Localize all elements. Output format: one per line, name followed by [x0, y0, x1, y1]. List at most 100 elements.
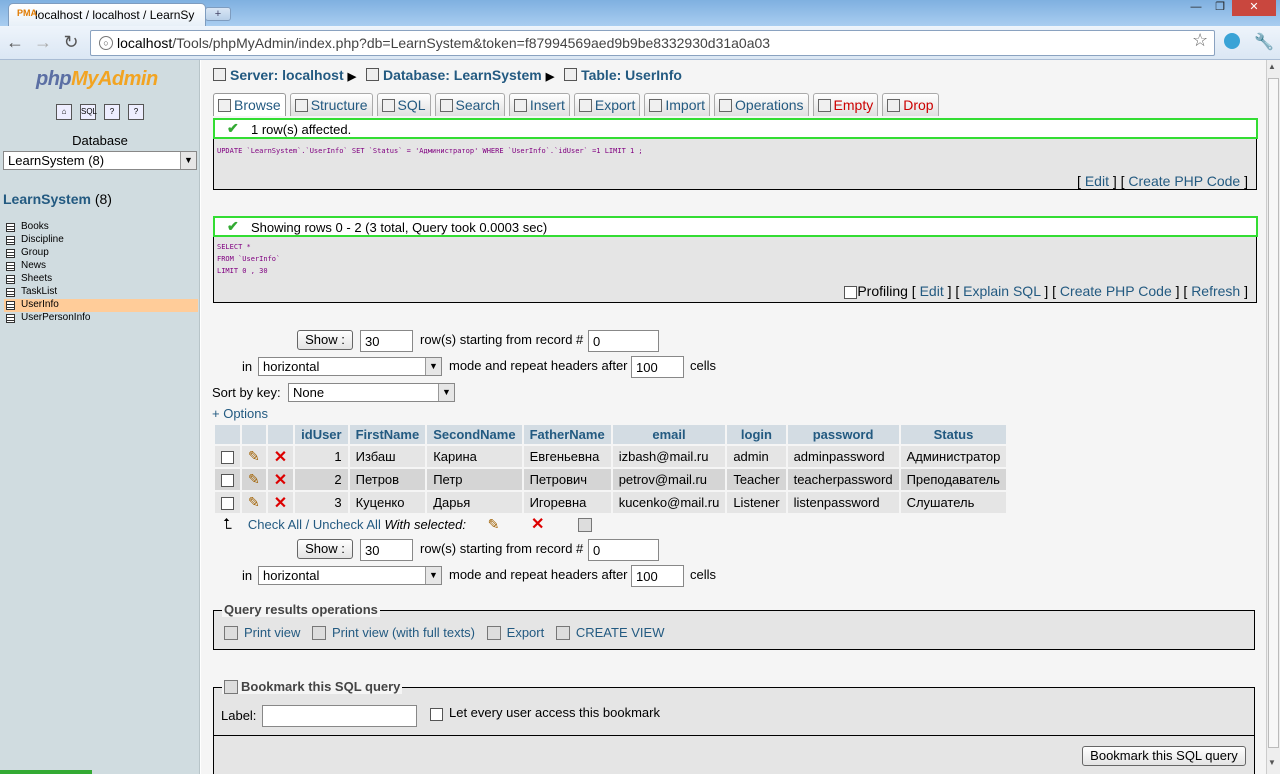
table-list-item[interactable]: TaskList [4, 286, 198, 299]
scroll-up-icon[interactable]: ▲ [1268, 62, 1276, 71]
table-list-item[interactable]: Discipline [4, 234, 198, 247]
extension-icon[interactable] [1224, 33, 1240, 49]
tab-import[interactable]: Import [644, 93, 711, 116]
uncheck-all-link[interactable]: Uncheck All [313, 517, 381, 532]
table-list-item[interactable]: News [4, 260, 198, 273]
address-bar[interactable]: ○ localhost/Tools/phpMyAdmin/index.php?d… [90, 30, 1215, 56]
bookmark-star-icon[interactable]: ☆ [1192, 30, 1208, 51]
rows-count-input[interactable]: 30 [360, 539, 413, 561]
delete-selected-icon[interactable]: ✕ [531, 516, 544, 533]
column-header-password[interactable]: password [787, 425, 899, 444]
tab-label: Empty [833, 97, 874, 113]
options-link[interactable]: + Options [212, 406, 268, 421]
repeat-headers-input[interactable]: 100 [631, 356, 684, 378]
sort-key-select[interactable]: None ▼ [288, 383, 455, 402]
column-header-login[interactable]: login [727, 425, 786, 444]
tab-browse[interactable]: Browse [213, 93, 286, 116]
restore-icon[interactable]: ❐ [1208, 0, 1232, 16]
scrollbar-thumb[interactable] [1268, 78, 1279, 748]
cell-firstname: Куценко [349, 492, 426, 513]
create-view-link[interactable]: CREATE VIEW [576, 625, 665, 640]
back-arrow-icon[interactable]: ← [4, 32, 26, 54]
start-record-input[interactable]: 0 [588, 330, 659, 352]
browser-tab[interactable]: PMA localhost / localhost / LearnSy [8, 3, 206, 26]
breadcrumb-table[interactable]: Table: UserInfo [581, 67, 682, 83]
row-checkbox[interactable] [221, 497, 234, 511]
help-icon[interactable]: ? [104, 104, 120, 120]
delete-x-icon[interactable]: ✕ [274, 495, 287, 512]
minimize-icon[interactable]: — [1184, 0, 1208, 16]
vertical-scrollbar[interactable]: ▲ ▼ [1266, 60, 1280, 774]
row-checkbox[interactable] [221, 474, 234, 488]
sql-query-icon[interactable]: SQL [80, 104, 97, 120]
show-button[interactable]: Show : [297, 330, 353, 350]
column-header-status[interactable]: Status [900, 425, 1007, 444]
database-select[interactable]: LearnSystem (8) ▼ [3, 151, 197, 170]
edit-pencil-icon[interactable]: ✎ [248, 494, 260, 510]
edit-link[interactable]: Edit [1085, 173, 1109, 189]
rows-label: row(s) starting from record # [420, 541, 584, 556]
tab-label: Search [455, 97, 500, 113]
column-header-iduser[interactable]: idUser [295, 425, 348, 444]
column-header-firstname[interactable]: FirstName [349, 425, 426, 444]
tab-operations[interactable]: Operations [714, 93, 809, 116]
bookmark-submit-button[interactable]: Bookmark this SQL query [1082, 746, 1246, 766]
edit-pencil-icon[interactable]: ✎ [248, 471, 260, 487]
breadcrumb-database[interactable]: Database: LearnSystem [383, 67, 542, 83]
edit-link[interactable]: Edit [920, 283, 944, 299]
every-user-checkbox[interactable] [430, 708, 443, 721]
create-php-link[interactable]: Create PHP Code [1128, 173, 1240, 189]
repeat-headers-input[interactable]: 100 [631, 565, 684, 587]
tab-structure[interactable]: Structure [289, 93, 373, 116]
edit-selected-icon[interactable]: ✎ [488, 516, 500, 532]
new-tab-button[interactable]: + [205, 7, 231, 21]
table-list-item[interactable]: Books [4, 221, 198, 234]
home-icon[interactable]: ⌂ [56, 104, 72, 120]
start-record-input[interactable]: 0 [588, 539, 659, 561]
profiling-checkbox[interactable] [844, 285, 858, 299]
display-mode-select[interactable]: horizontal ▼ [258, 357, 442, 376]
delete-x-icon[interactable]: ✕ [274, 449, 287, 466]
table-list-item[interactable]: Sheets [4, 273, 198, 286]
create-php-link[interactable]: Create PHP Code [1060, 283, 1172, 299]
bookmark-label-input[interactable] [262, 705, 417, 727]
wrench-menu-icon[interactable]: 🔧 [1254, 32, 1274, 52]
table-icon [6, 236, 15, 245]
check-all-link[interactable]: Check All [248, 517, 302, 532]
scroll-down-icon[interactable]: ▼ [1268, 758, 1276, 767]
display-mode-select[interactable]: horizontal ▼ [258, 566, 442, 585]
view-icon [555, 626, 570, 640]
tab-drop[interactable]: Drop [882, 93, 939, 116]
rows-count-input[interactable]: 30 [360, 330, 413, 352]
tab-sql[interactable]: SQL [376, 93, 431, 116]
table-list-item[interactable]: UserInfo [4, 299, 198, 312]
edit-pencil-icon[interactable]: ✎ [248, 448, 260, 464]
documentation-icon[interactable]: ? [128, 104, 144, 120]
column-header-email[interactable]: email [612, 425, 726, 444]
tab-export[interactable]: Export [573, 93, 641, 116]
delete-x-icon[interactable]: ✕ [274, 472, 287, 489]
phpmyadmin-logo[interactable]: phpMyAdmin [36, 68, 158, 91]
db-title-link[interactable]: LearnSystem [3, 191, 91, 207]
breadcrumb-server[interactable]: Server: localhost [230, 67, 344, 83]
row-checkbox[interactable] [221, 451, 234, 465]
export-link[interactable]: Export [507, 625, 545, 640]
column-header-fathername[interactable]: FatherName [523, 425, 611, 444]
print-view-link[interactable]: Print view [244, 625, 300, 640]
close-window-icon[interactable]: ✕ [1232, 0, 1276, 16]
forward-arrow-icon[interactable]: → [32, 32, 54, 54]
print-full-link[interactable]: Print view (with full texts) [332, 625, 475, 640]
tab-empty[interactable]: Empty [812, 93, 879, 116]
table-list-item[interactable]: Group [4, 247, 198, 260]
header-blank-cell [215, 425, 240, 444]
tab-label: Browse [234, 97, 281, 113]
tab-search[interactable]: Search [434, 93, 505, 116]
tab-insert[interactable]: Insert [508, 93, 570, 116]
reload-icon[interactable]: ↻ [60, 32, 82, 54]
explain-sql-link[interactable]: Explain SQL [963, 283, 1040, 299]
show-button[interactable]: Show : [297, 539, 353, 559]
refresh-link[interactable]: Refresh [1191, 283, 1240, 299]
table-list-item[interactable]: UserPersonInfo [4, 312, 198, 325]
column-header-secondname[interactable]: SecondName [427, 425, 522, 444]
export-selected-icon[interactable] [578, 518, 592, 532]
